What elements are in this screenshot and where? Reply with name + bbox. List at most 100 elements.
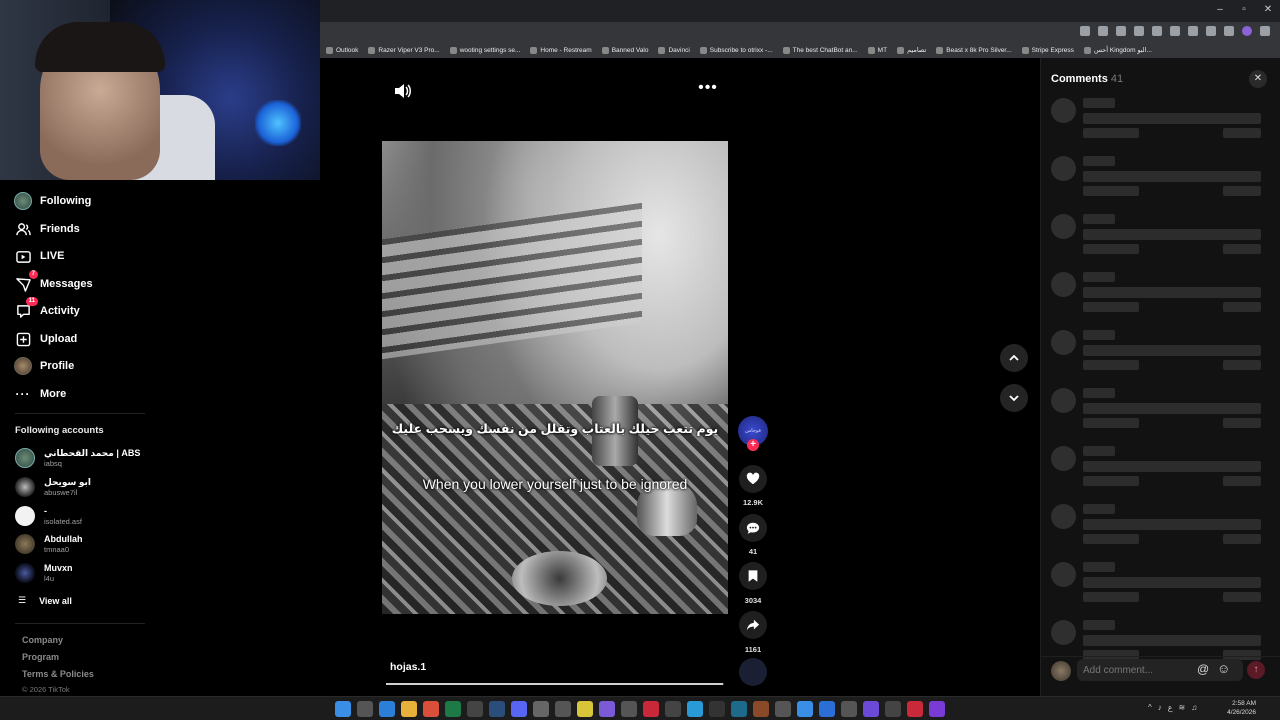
sidebar-item-upload[interactable]: Upload [14,330,77,348]
footer-link-terms[interactable]: Terms & Policies [22,669,94,679]
app-icon[interactable] [467,701,483,717]
app-icon[interactable] [753,701,769,717]
app-icon[interactable] [643,701,659,717]
bookmark-item[interactable]: تصاميم [897,46,926,54]
extension-icon[interactable] [1134,26,1144,36]
video-progress-fill [386,683,724,685]
wifi-icon[interactable]: ≋ [1179,703,1186,712]
app-icon[interactable] [687,701,703,717]
more-options-icon[interactable]: ••• [697,80,719,98]
bookmark-item[interactable]: MT [867,46,887,54]
previous-video-button[interactable] [1000,344,1028,372]
extension-icon[interactable] [1170,26,1180,36]
profile-avatar[interactable] [1242,26,1252,36]
bookmark-item[interactable]: Banned Valo [601,46,648,54]
app-icon[interactable] [885,701,901,717]
settings-icon[interactable] [797,701,813,717]
microphone-icon[interactable]: ♪ [1158,703,1162,712]
bookmark-item[interactable]: Outlook [326,46,358,54]
sidebar-item-more[interactable]: ··· More [14,385,67,403]
keyboard-language-icon[interactable]: ع [1168,703,1173,712]
bookmark-item[interactable]: wooting settings se... [449,46,520,54]
video-player[interactable]: يوم تتعب حيلك بالعتاب وتقلل من نفسك ويسح… [382,141,728,614]
bookmark-item[interactable]: Davinci [658,46,690,54]
music-disc-icon[interactable] [739,658,767,686]
video-author-username[interactable]: hojas.1 [390,661,426,673]
bookmark-item[interactable]: Home - Restream [530,46,592,54]
footer-link-program[interactable]: Program [22,652,59,662]
extensions-puzzle-icon[interactable] [1206,26,1216,36]
view-all-button[interactable]: ☰ View all [18,595,72,606]
account-item[interactable]: Abdullah tmnaa0 [15,534,83,554]
follow-plus-icon[interactable]: + [747,439,759,451]
system-tray[interactable]: ^ ♪ ع ≋ ♫ [1148,703,1197,712]
discord-icon[interactable] [511,701,527,717]
clock[interactable]: 2:58 AM 4/26/2026 [1222,699,1256,717]
bookmark-item[interactable]: Stripe Express [1021,46,1074,54]
emoji-icon[interactable]: ☺ [1217,661,1230,676]
next-video-button[interactable] [1000,384,1028,412]
volume-icon[interactable] [392,82,412,100]
maximize-icon[interactable]: ▫ [1232,0,1256,20]
sidebar-item-live[interactable]: LIVE [14,247,64,265]
sidebar-item-following[interactable]: Following [14,192,91,210]
comment-button[interactable] [739,514,767,542]
app-icon[interactable] [621,701,637,717]
app-icon[interactable] [929,701,945,717]
app-icon[interactable] [599,701,615,717]
app-icon[interactable] [577,701,593,717]
start-icon[interactable] [335,701,351,717]
account-item[interactable]: Muvxn l4u [15,563,73,583]
search-icon[interactable] [357,701,373,717]
app-icon[interactable] [841,701,857,717]
sidebar-item-profile[interactable]: Profile [14,357,74,375]
footer-link-company[interactable]: Company [22,635,63,645]
app-icon[interactable] [709,701,725,717]
like-button[interactable] [739,465,767,493]
post-comment-button[interactable]: ↑ [1247,661,1265,679]
app-icon[interactable] [819,701,835,717]
menu-dots-icon[interactable] [1260,26,1270,36]
file-explorer-icon[interactable] [401,701,417,717]
app-icon[interactable] [665,701,681,717]
close-window-icon[interactable]: ✕ [1256,0,1280,20]
video-progress-bar[interactable] [386,683,724,685]
chevron-up-icon[interactable]: ^ [1148,703,1152,712]
sidebar-item-activity[interactable]: 11 Activity [14,297,80,320]
account-item[interactable]: - isolated.asf [15,506,82,526]
steam-icon[interactable] [489,701,505,717]
close-comments-icon[interactable]: ✕ [1249,70,1267,88]
skeleton-avatar [1051,98,1076,123]
app-icon[interactable] [863,701,879,717]
share-button[interactable] [739,611,767,639]
app-icon[interactable] [555,701,571,717]
mention-icon[interactable]: @ [1197,662,1209,676]
sidebar-item-messages[interactable]: 7 Messages [14,270,93,293]
bookmark-item[interactable]: The best ChatBot an... [782,46,858,54]
bookmark-item[interactable]: Beast x 8k Pro Silver... [936,46,1012,54]
sidebar-item-friends[interactable]: Friends [14,220,80,238]
volume-icon[interactable]: ♫ [1191,703,1197,712]
bookmark-icon [658,46,666,54]
app-icon[interactable] [907,701,923,717]
app-icon[interactable] [731,701,747,717]
extension-icon[interactable] [1116,26,1126,36]
extension-icon[interactable] [1152,26,1162,36]
account-item[interactable]: محمد القحطاني | ABS iabsq [15,448,140,468]
app-icon[interactable] [533,701,549,717]
save-button[interactable] [739,562,767,590]
edge-icon[interactable] [379,701,395,717]
bookmark-item[interactable]: Subscribe to otrixx -... [699,46,773,54]
account-item[interactable]: ابو سويحل abuswe7il [15,477,91,497]
app-icon[interactable] [775,701,791,717]
my-avatar [1051,661,1071,681]
bookmark-item[interactable]: أحس Kingdom البو... [1083,46,1152,54]
minimize-icon[interactable]: – [1208,0,1232,20]
bookmark-item[interactable]: Razer Viper V3 Pro... [368,46,440,54]
chrome-icon[interactable] [423,701,439,717]
extension-icon[interactable] [1188,26,1198,36]
excel-icon[interactable] [445,701,461,717]
star-icon[interactable] [1098,26,1108,36]
sidepanel-icon[interactable] [1224,26,1234,36]
zoom-icon[interactable] [1080,26,1090,36]
